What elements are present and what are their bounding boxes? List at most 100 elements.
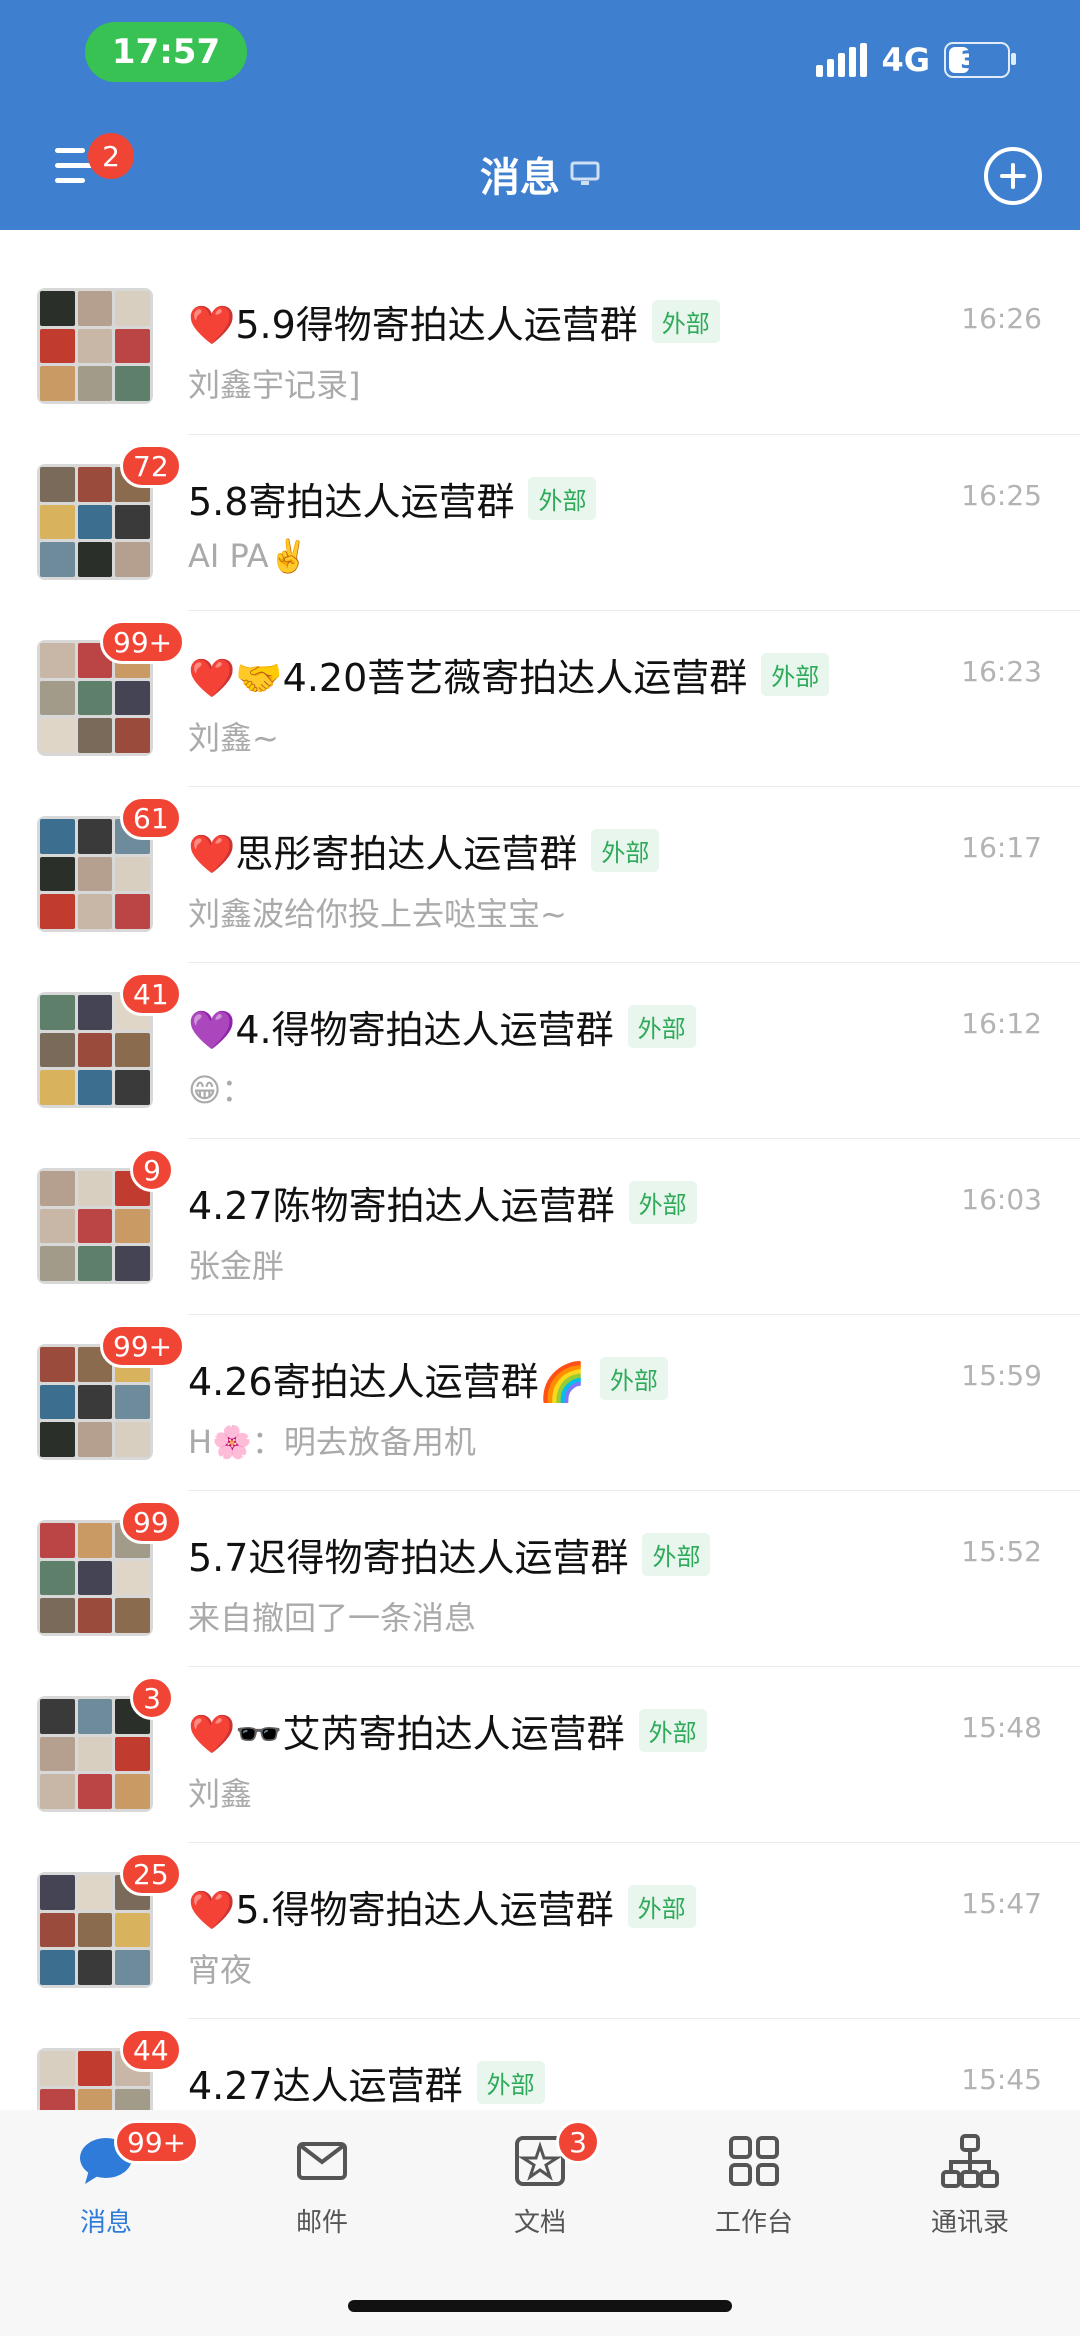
group-avatar	[37, 288, 153, 404]
chat-preview-part: ：	[221, 1071, 254, 1109]
mail-icon	[293, 2132, 351, 2190]
nav-label: 通讯录	[930, 2208, 1009, 2238]
chat-row[interactable]: 41 💜4.得物寄拍达人运营群 外部 16:12 😁：	[0, 962, 1080, 1138]
chat-time: 15:45	[961, 2063, 1042, 2096]
unread-badge: 44	[120, 2028, 182, 2072]
chat-title-part: 4.27	[188, 2064, 273, 2108]
nav-label: 消息	[79, 2208, 132, 2238]
chat-title-part: 5.9	[235, 303, 296, 347]
chat-row[interactable]: 99+ ❤️🤝4.20菩艺薇寄拍达人运营群 外部 16:23 刘鑫~	[0, 610, 1080, 786]
chat-row[interactable]: 72 5.8寄拍达人运营群 外部 16:25 AI PA✌️	[0, 434, 1080, 610]
chat-title-part: 菩艺薇寄拍达人运营群	[367, 656, 748, 700]
unread-badge: 99+	[100, 620, 186, 664]
chat-title: 5.8寄拍达人运营群	[188, 471, 514, 526]
chat-preview-part: ✌️	[268, 537, 309, 575]
chat-time: 15:59	[961, 1359, 1042, 1392]
chat-title: ❤️5.得物寄拍达人运营群	[188, 1879, 614, 1934]
grid-icon	[725, 2132, 783, 2190]
nav-item-5[interactable]: 通讯录	[900, 2132, 1040, 2239]
signal-icon	[816, 43, 868, 77]
home-indicator	[348, 2300, 732, 2312]
external-tag: 外部	[599, 1357, 668, 1400]
chat-title: 4.27达人运营群	[188, 2055, 463, 2110]
battery-level: 38	[960, 46, 994, 74]
chat-content: 4.26寄拍达人运营群🌈 外部 15:59 H🌸：明去放备用机	[188, 1314, 1080, 1491]
page-title: 消息	[480, 155, 560, 201]
chat-title-part: 5.	[235, 1888, 272, 1932]
chat-time: 15:52	[961, 1535, 1042, 1568]
chat-title-part: 达人运营群	[272, 2064, 463, 2108]
chat-title: ❤️5.9得物寄拍达人运营群	[188, 294, 638, 349]
chat-row[interactable]: 3 ❤️🕶️艾芮寄拍达人运营群 外部 15:48 刘鑫	[0, 1666, 1080, 1842]
nav-item-2[interactable]: 邮件	[252, 2132, 392, 2239]
unread-badge: 99	[120, 1500, 182, 1544]
chat-time: 15:47	[961, 1887, 1042, 1920]
chat-row[interactable]: 99+ 4.26寄拍达人运营群🌈 外部 15:59 H🌸：明去放备用机	[0, 1314, 1080, 1490]
unread-badge: 9	[130, 1148, 174, 1192]
chat-title-part: 4.26	[188, 1360, 273, 1404]
chat-preview: 刘鑫	[188, 1769, 252, 1815]
nav-label: 文档	[513, 2208, 566, 2238]
chat-title-part: 5.8	[188, 480, 249, 524]
chat-preview: 宵夜	[188, 1945, 252, 1991]
external-tag: 外部	[761, 653, 830, 696]
chat-title: 4.26寄拍达人运营群🌈	[188, 1351, 586, 1406]
chat-row[interactable]: 61 ❤️思彤寄拍达人运营群 外部 16:17 刘鑫波给你投上去哒宝宝~	[0, 786, 1080, 962]
chat-preview: H🌸：明去放备用机	[188, 1417, 476, 1463]
chat-preview-part: H🌸：明	[188, 1423, 316, 1461]
chat-title: ❤️🤝4.20菩艺薇寄拍达人运营群	[188, 647, 747, 702]
unread-badge: 99+	[100, 1324, 186, 1368]
external-tag: 外部	[627, 1005, 696, 1048]
chat-time: 16:17	[961, 831, 1042, 864]
org-chart-icon	[941, 2132, 999, 2190]
nav-badge: 3	[556, 2120, 600, 2164]
chat-title-part: 寄拍达人运营群	[248, 480, 515, 524]
status-time: 17:57	[85, 22, 247, 82]
nav-item-3[interactable]: 3 文档	[470, 2120, 610, 2239]
external-tag: 外部	[638, 1709, 707, 1752]
external-tag: 外部	[651, 300, 720, 343]
chat-preview: 刘鑫宇记录]	[188, 360, 361, 406]
desktop-icon	[570, 161, 600, 185]
chat-preview: 刘鑫波给你投上去哒宝宝~	[188, 889, 567, 935]
chat-row[interactable]: 25 ❤️5.得物寄拍达人运营群 外部 15:47 宵夜	[0, 1842, 1080, 2018]
chat-title-part: 4.27陈	[188, 1184, 311, 1228]
chat-content: ❤️🤝4.20菩艺薇寄拍达人运营群 外部 16:23 刘鑫~	[188, 610, 1080, 787]
chat-preview-part: 😁	[188, 1071, 222, 1109]
nav-label: 工作台	[714, 2208, 793, 2238]
chat-title-part: 思彤寄拍达人运营群	[235, 832, 578, 876]
chat-title: ❤️思彤寄拍达人运营群	[188, 823, 577, 878]
chat-row[interactable]: ❤️5.9得物寄拍达人运营群 外部 16:26 刘鑫宇记录]	[0, 258, 1080, 434]
chat-title-part: 得物寄拍达人运营群	[286, 1536, 629, 1580]
chat-title-part: ❤️🤝	[188, 656, 283, 700]
chat-preview-part: 记录]	[284, 366, 361, 404]
chat-content: 💜4.得物寄拍达人运营群 外部 16:12 😁：	[188, 962, 1080, 1139]
add-icon[interactable]	[984, 147, 1042, 205]
chat-preview: 😁：	[188, 1065, 253, 1111]
chat-title-part: 💜	[188, 1008, 236, 1052]
nav-item-1[interactable]: 99+ 消息	[36, 2120, 200, 2239]
chat-row[interactable]: 99 5.7迟得物寄拍达人运营群 外部 15:52 来自撤回了一条消息	[0, 1490, 1080, 1666]
unread-badge: 41	[120, 972, 182, 1016]
chat-title-part: 物寄拍达人运营群	[310, 1184, 615, 1228]
chat-title-part: ❤️	[188, 832, 236, 876]
chat-title-part: ❤️	[188, 1888, 236, 1932]
chat-title-part: 得物寄拍达人运营群	[295, 303, 638, 347]
external-tag: 外部	[628, 1181, 697, 1224]
external-tag: 外部	[476, 2061, 545, 2104]
chat-content: ❤️5.得物寄拍达人运营群 外部 15:47 宵夜	[188, 1842, 1080, 2019]
nav-item-4[interactable]: 工作台	[684, 2132, 824, 2239]
external-tag: 外部	[591, 829, 660, 872]
chat-preview-part: 刘鑫宇	[188, 366, 285, 404]
unread-badge: 72	[120, 444, 182, 488]
chat-row[interactable]: 9 4.27陈物寄拍达人运营群 外部 16:03 张金胖	[0, 1138, 1080, 1314]
chat-title: ❤️🕶️艾芮寄拍达人运营群	[188, 1703, 625, 1758]
chat-time: 15:48	[961, 1711, 1042, 1744]
chat-content: 5.7迟得物寄拍达人运营群 外部 15:52 来自撤回了一条消息	[188, 1490, 1080, 1667]
chat-title-part: 艾芮寄拍达人运营群	[282, 1712, 625, 1756]
chat-preview-part: 波给你投上去哒宝宝~	[252, 895, 567, 933]
app-header: 17:57 4G 38 2 消息	[0, 0, 1080, 230]
chat-title: 4.27陈物寄拍达人运营群	[188, 1175, 615, 1230]
battery-icon: 38	[944, 42, 1016, 78]
chat-preview-part: 刘鑫	[188, 719, 253, 757]
